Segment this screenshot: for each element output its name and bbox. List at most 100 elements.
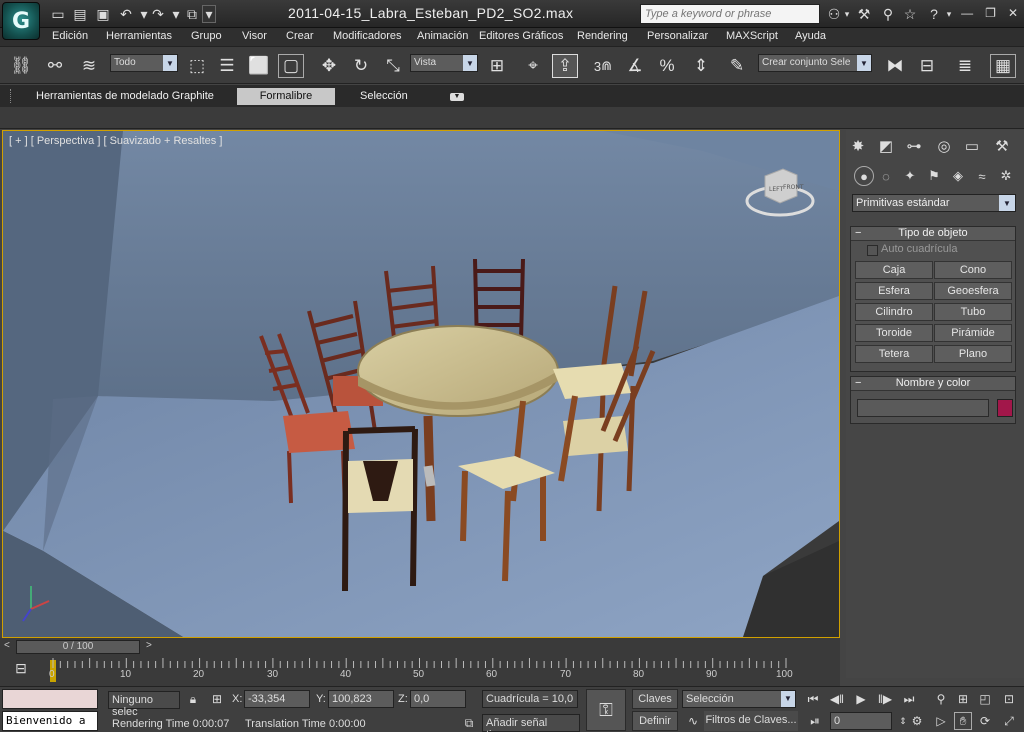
create-tab-icon[interactable]: ✸: [846, 134, 870, 158]
menu-animacion[interactable]: Animación: [417, 30, 468, 42]
key-filters-icon[interactable]: ∿: [684, 712, 702, 730]
tab-selection[interactable]: Selección: [350, 88, 418, 105]
project-folder-icon[interactable]: ⧉: [182, 5, 202, 23]
application-button[interactable]: G: [2, 2, 40, 40]
menu-herramientas[interactable]: Herramientas: [106, 30, 172, 42]
communication-icon[interactable]: ⚲: [878, 4, 898, 24]
absolute-mode-icon[interactable]: ⊞: [208, 690, 226, 708]
bind-space-warp-icon[interactable]: ≋: [76, 54, 102, 78]
reference-coord-dropdown[interactable]: Vista ▼: [410, 54, 478, 72]
angle-snap-icon[interactable]: ∡: [622, 54, 648, 78]
new-file-icon[interactable]: ▭: [48, 5, 68, 23]
percent-snap-icon[interactable]: %: [654, 54, 680, 78]
edit-named-selection-icon[interactable]: ✎: [724, 54, 750, 78]
close-icon[interactable]: ✕: [1008, 6, 1018, 20]
search-dropdown-icon[interactable]: ▾: [842, 4, 852, 24]
tab-graphite-modeling[interactable]: Herramientas de modelado Graphite: [26, 88, 224, 105]
scale-icon[interactable]: ⤡: [380, 54, 406, 78]
box-button[interactable]: Caja: [855, 261, 933, 279]
redo-icon[interactable]: ↷: [148, 5, 168, 23]
help-dropdown-icon[interactable]: ▾: [944, 4, 954, 24]
unlink-icon[interactable]: ⚯: [42, 54, 68, 78]
name-and-color-header[interactable]: − Nombre y color: [851, 377, 1015, 391]
menu-ayuda[interactable]: Ayuda: [795, 30, 826, 42]
display-tab-icon[interactable]: ▭: [960, 134, 984, 158]
add-time-tag[interactable]: Añadir señal tiempo: [482, 714, 580, 732]
named-selection-dropdown[interactable]: Crear conjunto Sele ▼: [758, 54, 872, 72]
geometry-icon[interactable]: ●: [854, 166, 874, 186]
selection-region-icon[interactable]: ⬜: [246, 54, 272, 78]
perspective-viewport[interactable]: [ + ] [ Perspectiva ] [ Suavizado + Resa…: [2, 130, 840, 638]
rotate-icon[interactable]: ↻: [348, 54, 374, 78]
space-warps-icon[interactable]: ≈: [972, 166, 992, 186]
menu-rendering[interactable]: Rendering: [577, 30, 628, 42]
menu-editores-graficos[interactable]: Editores Gráficos: [479, 30, 563, 42]
object-category-dropdown[interactable]: Primitivas estándar ▼: [852, 194, 1016, 212]
geosphere-button[interactable]: Geoesfera: [934, 282, 1012, 300]
cylinder-button[interactable]: Cilindro: [855, 303, 933, 321]
pyramid-button[interactable]: Pirámide: [934, 324, 1012, 342]
field-of-view-icon[interactable]: ▷: [932, 712, 950, 730]
set-key-icon[interactable]: ⚿: [586, 689, 626, 731]
teapot-button[interactable]: Tetera: [855, 345, 933, 363]
y-coordinate-field[interactable]: 100,823: [328, 690, 394, 708]
play-icon[interactable]: ▶: [852, 690, 870, 708]
maximize-viewport-icon[interactable]: ⤢: [1000, 712, 1018, 730]
current-frame-field[interactable]: 0: [830, 712, 892, 730]
tube-button[interactable]: Tubo: [934, 303, 1012, 321]
move-icon[interactable]: ✥: [316, 54, 342, 78]
slider-right-icon[interactable]: >: [146, 640, 152, 651]
key-mode-dropdown[interactable]: Selección ▼: [682, 690, 796, 708]
select-object-icon[interactable]: ⬚: [184, 54, 210, 78]
object-name-field[interactable]: [857, 399, 989, 417]
go-to-start-icon[interactable]: ⏮: [804, 690, 822, 708]
menu-personalizar[interactable]: Personalizar: [647, 30, 708, 42]
select-by-name-icon[interactable]: ☰: [214, 54, 240, 78]
shapes-icon[interactable]: ◌: [876, 166, 896, 186]
track-bar[interactable]: ⊟ 0 10 20 30 40 50 60 70 80 90 100: [0, 656, 840, 686]
slider-left-icon[interactable]: <: [4, 640, 10, 651]
menu-visor[interactable]: Visor: [242, 30, 267, 42]
zoom-all-icon[interactable]: ⊞: [954, 690, 972, 708]
maxscript-listener-field[interactable]: [2, 689, 98, 709]
plane-button[interactable]: Plano: [934, 345, 1012, 363]
layer-manager-icon[interactable]: ≣: [952, 54, 978, 78]
motion-tab-icon[interactable]: ◎: [932, 134, 956, 158]
cameras-icon[interactable]: ⚑: [924, 166, 944, 186]
viewport-label[interactable]: [ + ] [ Perspectiva ] [ Suavizado + Resa…: [9, 135, 222, 147]
help-icon[interactable]: ?: [924, 4, 944, 24]
select-manipulate-icon[interactable]: ⌖: [520, 54, 546, 78]
object-type-header[interactable]: − Tipo de objeto: [851, 227, 1015, 241]
menu-edicion[interactable]: Edición: [52, 30, 88, 42]
autogrid-checkbox[interactable]: Auto cuadrícula: [851, 243, 1015, 259]
go-to-end-icon[interactable]: ⏭: [900, 690, 918, 708]
subscription-icon[interactable]: ⚒: [854, 4, 874, 24]
binoculars-icon[interactable]: ⚇: [824, 4, 844, 24]
time-tag-icon[interactable]: ⧉: [460, 714, 478, 732]
align-icon[interactable]: ⊟: [914, 54, 940, 78]
selection-lock-icon[interactable]: 🔒︎: [184, 690, 202, 708]
menu-maxscript[interactable]: MAXScript: [726, 30, 778, 42]
undo-icon[interactable]: ↶: [116, 5, 136, 23]
window-crossing-icon[interactable]: ▢: [278, 54, 304, 78]
open-file-icon[interactable]: ▤: [70, 5, 90, 23]
hierarchy-tab-icon[interactable]: ⊶: [902, 134, 926, 158]
quick-access-menu-icon[interactable]: ▾: [202, 5, 216, 23]
spinner-snap-icon[interactable]: ⇕: [688, 54, 714, 78]
search-input[interactable]: [640, 4, 820, 24]
ribbon-options-icon[interactable]: ▼: [450, 93, 464, 101]
pan-hand-icon[interactable]: ✋︎: [954, 712, 972, 730]
cone-button[interactable]: Cono: [934, 261, 1012, 279]
modify-tab-icon[interactable]: ◩: [874, 134, 898, 158]
object-color-swatch[interactable]: [997, 399, 1013, 417]
zoom-extents-icon[interactable]: ◰: [976, 690, 994, 708]
helpers-icon[interactable]: ◈: [948, 166, 968, 186]
link-icon[interactable]: ⛓: [8, 54, 34, 78]
menu-grupo[interactable]: Grupo: [191, 30, 222, 42]
maxscript-welcome-text[interactable]: Bienvenido a: [2, 711, 98, 731]
key-filters-button[interactable]: Filtros de Claves...: [704, 711, 798, 731]
tab-freeform[interactable]: Formalibre: [237, 88, 335, 105]
z-coordinate-field[interactable]: 0,0: [410, 690, 466, 708]
keyboard-shortcut-override-icon[interactable]: ⇪: [552, 54, 578, 78]
auto-key-button[interactable]: Claves: [632, 689, 678, 709]
